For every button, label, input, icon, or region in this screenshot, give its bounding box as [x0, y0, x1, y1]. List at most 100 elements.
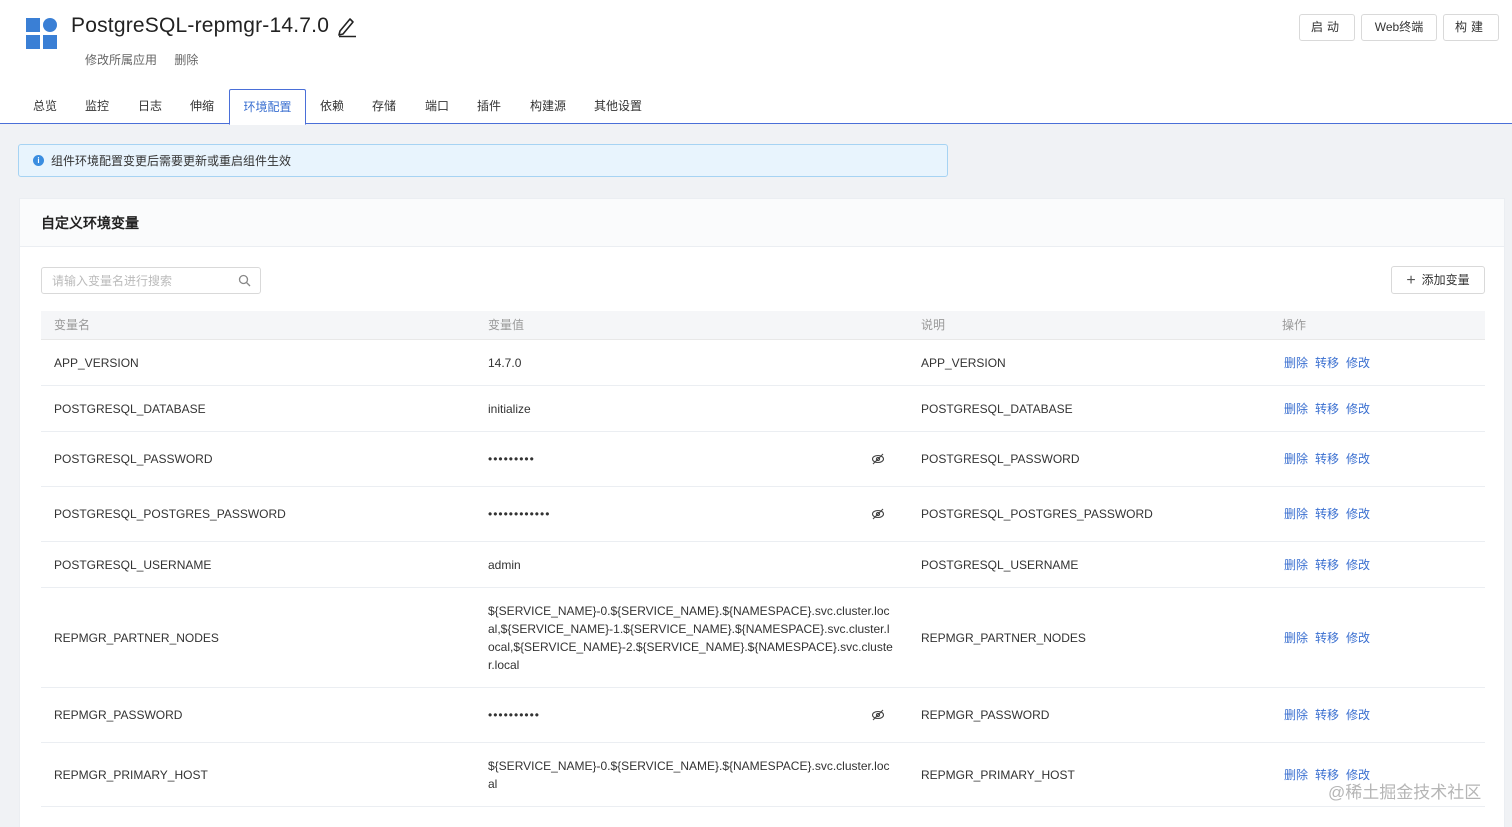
var-name: POSTGRESQL_USERNAME [54, 558, 212, 572]
var-name: REPMGR_PARTNER_NODES [54, 631, 219, 645]
header-ops: 操作 [1282, 318, 1307, 332]
table-header: 变量名 变量值 说明 操作 [41, 311, 1485, 340]
transfer-link[interactable]: 转移 [1315, 402, 1339, 416]
transfer-link[interactable]: 转移 [1315, 708, 1339, 722]
delete-link[interactable]: 删除 [1284, 631, 1308, 645]
var-value-masked: ••••••••• [488, 452, 535, 466]
delete-link[interactable]: 删除 [1284, 507, 1308, 521]
add-variable-label: 添加变量 [1421, 273, 1470, 287]
eye-off-icon[interactable] [871, 507, 885, 521]
edit-link[interactable]: 修改 [1346, 558, 1370, 572]
tab-scaling[interactable]: 伸缩 [176, 89, 228, 124]
tab-other-settings[interactable]: 其他设置 [585, 89, 651, 124]
page: PostgreSQL-repmgr-14.7.0 修改所属应用 删除 启动 We… [0, 0, 1512, 827]
edit-link[interactable]: 修改 [1346, 356, 1370, 370]
tab-dependencies[interactable]: 依赖 [306, 89, 358, 124]
transfer-link[interactable]: 转移 [1315, 558, 1339, 572]
card-header: 自定义环境变量 [20, 199, 1504, 247]
info-icon: i [33, 155, 44, 166]
delete-link[interactable]: 删除 [1284, 356, 1308, 370]
app-logo-icon [26, 18, 58, 50]
row-ops: 删除 转移 修改 [1284, 400, 1377, 418]
var-desc: REPMGR_PRIMARY_HOST [921, 768, 1075, 782]
table-row: REPMGR_PARTNER_NODES ${SERVICE_NAME}-0.$… [41, 588, 1485, 688]
search-icon[interactable] [238, 274, 251, 287]
transfer-link[interactable]: 转移 [1315, 768, 1339, 782]
plus-icon: + [1406, 272, 1416, 289]
delete-link[interactable]: 删除 [1284, 452, 1308, 466]
watermark: @稀土掘金技术社区 [1328, 783, 1482, 802]
info-alert: i 组件环境配置变更后需要更新或重启组件生效 [18, 144, 948, 177]
change-app-link[interactable]: 修改所属应用 [85, 53, 157, 67]
search-box [41, 267, 261, 294]
delete-link[interactable]: 删除 [1284, 708, 1308, 722]
table-row: REPMGR_PRIMARY_HOST ${SERVICE_NAME}-0.${… [41, 743, 1485, 807]
env-vars-card: 自定义环境变量 + 添加变量 变量名 变量值 说明 操作 APP_VERSION … [19, 198, 1505, 827]
var-desc: POSTGRESQL_DATABASE [921, 402, 1073, 416]
edit-icon[interactable] [336, 14, 358, 38]
transfer-link[interactable]: 转移 [1315, 631, 1339, 645]
var-name: REPMGR_PRIMARY_HOST [54, 768, 208, 782]
edit-link[interactable]: 修改 [1346, 768, 1370, 782]
row-ops: 删除 转移 修改 [1284, 706, 1377, 724]
alert-text: 组件环境配置变更后需要更新或重启组件生效 [51, 154, 292, 168]
edit-link[interactable]: 修改 [1346, 631, 1370, 645]
edit-link[interactable]: 修改 [1346, 452, 1370, 466]
var-name: POSTGRESQL_DATABASE [54, 402, 206, 416]
tab-storage[interactable]: 存储 [358, 89, 410, 124]
tab-build-source[interactable]: 构建源 [519, 89, 577, 124]
var-desc: POSTGRESQL_POSTGRES_PASSWORD [921, 507, 1153, 521]
tab-monitor[interactable]: 监控 [71, 89, 123, 124]
row-ops: 删除 转移 修改 [1284, 354, 1377, 372]
tab-env-config[interactable]: 环境配置 [229, 89, 306, 125]
transfer-link[interactable]: 转移 [1315, 356, 1339, 370]
var-value-masked: •••••••••••• [488, 507, 551, 521]
web-terminal-button[interactable]: Web终端 [1361, 14, 1437, 41]
var-desc: POSTGRESQL_PASSWORD [921, 452, 1080, 466]
var-value: ${SERVICE_NAME}-0.${SERVICE_NAME}.${NAME… [488, 604, 893, 672]
var-desc: REPMGR_PARTNER_NODES [921, 631, 1086, 645]
header-name: 变量名 [54, 318, 91, 332]
edit-link[interactable]: 修改 [1346, 402, 1370, 416]
tab-plugins[interactable]: 插件 [463, 89, 515, 124]
table-row: POSTGRESQL_PASSWORD ••••••••• POSTGRESQL… [41, 432, 1485, 487]
transfer-link[interactable]: 转移 [1315, 452, 1339, 466]
delete-link[interactable]: 删除 [1284, 768, 1308, 782]
var-desc: REPMGR_PASSWORD [921, 708, 1050, 722]
app-header: PostgreSQL-repmgr-14.7.0 修改所属应用 删除 启动 We… [0, 0, 1512, 125]
var-value: ${SERVICE_NAME}-0.${SERVICE_NAME}.${NAME… [488, 759, 890, 791]
header-desc: 说明 [921, 318, 946, 332]
delete-component-link[interactable]: 删除 [174, 53, 198, 67]
delete-link[interactable]: 删除 [1284, 558, 1308, 572]
env-table: 变量名 变量值 说明 操作 APP_VERSION 14.7.0 APP_VER… [41, 311, 1485, 807]
delete-link[interactable]: 删除 [1284, 402, 1308, 416]
var-value-masked: •••••••••• [488, 708, 541, 722]
sub-actions: 修改所属应用 删除 [85, 52, 212, 68]
search-input[interactable] [42, 268, 242, 293]
var-name: POSTGRESQL_PASSWORD [54, 452, 213, 466]
row-ops: 删除 转移 修改 [1284, 629, 1377, 647]
table-row: REPMGR_PASSWORD •••••••••• REPMGR_PASSWO… [41, 688, 1485, 743]
var-desc: APP_VERSION [921, 356, 1006, 370]
build-button[interactable]: 构建 [1443, 14, 1499, 41]
table-row: POSTGRESQL_USERNAME admin POSTGRESQL_USE… [41, 542, 1485, 588]
tab-ports[interactable]: 端口 [411, 89, 463, 124]
eye-off-icon[interactable] [871, 452, 885, 466]
header-value: 变量值 [488, 318, 525, 332]
card-title: 自定义环境变量 [41, 215, 139, 231]
start-button[interactable]: 启动 [1299, 14, 1355, 41]
transfer-link[interactable]: 转移 [1315, 507, 1339, 521]
row-ops: 删除 转移 修改 [1284, 450, 1377, 468]
tab-overview[interactable]: 总览 [19, 89, 71, 124]
var-value: initialize [488, 402, 531, 416]
add-variable-button[interactable]: + 添加变量 [1391, 266, 1485, 294]
tab-logs[interactable]: 日志 [124, 89, 176, 124]
edit-link[interactable]: 修改 [1346, 708, 1370, 722]
var-name: POSTGRESQL_POSTGRES_PASSWORD [54, 507, 286, 521]
row-ops: 删除 转移 修改 [1284, 505, 1377, 523]
var-desc: POSTGRESQL_USERNAME [921, 558, 1079, 572]
eye-off-icon[interactable] [871, 708, 885, 722]
edit-link[interactable]: 修改 [1346, 507, 1370, 521]
page-title: PostgreSQL-repmgr-14.7.0 [71, 14, 330, 37]
table-row: POSTGRESQL_POSTGRES_PASSWORD •••••••••••… [41, 487, 1485, 542]
